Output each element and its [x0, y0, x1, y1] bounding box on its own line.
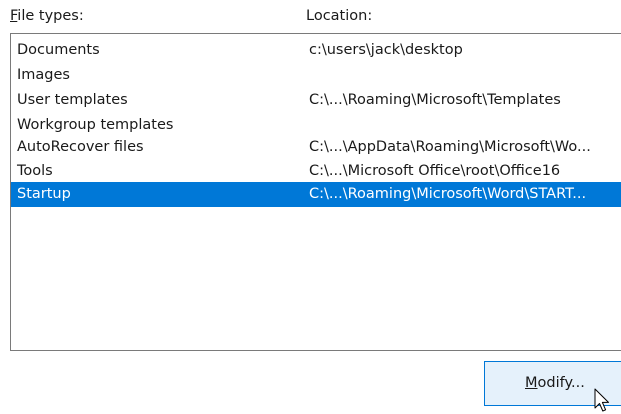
list-row-images[interactable]: Images [11, 63, 621, 88]
mouse-pointer-icon [594, 388, 609, 412]
modify-accelerator: M [525, 375, 538, 391]
location-cell: C:\...\AppData\Roaming\Microsoft\Wo... [309, 139, 591, 155]
file-types-header-label: ile types: [17, 8, 84, 24]
file-type-cell: Startup [17, 186, 71, 202]
list-row-startup[interactable]: Startup C:\...\Roaming\Microsoft\Word\ST… [11, 182, 621, 207]
file-type-cell: Images [17, 67, 70, 83]
file-type-cell: Tools [17, 163, 53, 179]
file-type-cell: AutoRecover files [17, 139, 144, 155]
file-type-cell: Workgroup templates [17, 117, 174, 133]
file-type-cell: User templates [17, 92, 128, 108]
list-row-autorecover-files[interactable]: AutoRecover files C:\...\AppData\Roaming… [11, 135, 621, 160]
file-types-header: File types: [10, 6, 84, 26]
file-type-cell: Documents [17, 42, 100, 58]
list-row-tools[interactable]: Tools C:\...\Microsoft Office\root\Offic… [11, 159, 621, 184]
location-header: Location: [306, 8, 373, 24]
location-cell: C:\...\Roaming\Microsoft\Templates [309, 92, 561, 108]
location-cell: C:\...\Microsoft Office\root\Office16 [309, 163, 561, 179]
location-cell: C:\...\Roaming\Microsoft\Word\START... [309, 186, 587, 202]
list-row-user-templates[interactable]: User templates C:\...\Roaming\Microsoft\… [11, 88, 621, 113]
list-row-documents[interactable]: Documents c:\users\jack\desktop [11, 38, 621, 63]
modify-button-label: odify... [537, 375, 585, 391]
file-locations-list[interactable]: Documents c:\users\jack\desktop Images U… [10, 33, 621, 351]
location-cell: c:\users\jack\desktop [309, 42, 463, 58]
